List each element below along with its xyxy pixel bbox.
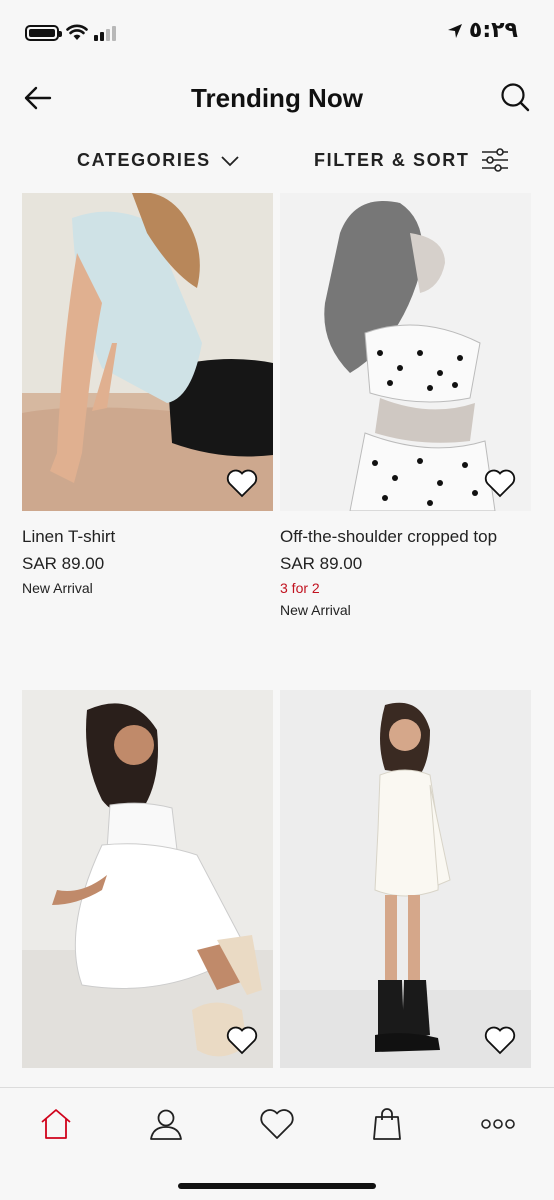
new-arrival-label: New Arrival <box>22 580 93 596</box>
battery-icon <box>25 25 62 41</box>
chevron-down-icon <box>221 155 239 166</box>
product-card[interactable] <box>22 690 273 1084</box>
product-card[interactable]: Linen T-shirt SAR 89.00 New Arrival <box>22 193 273 596</box>
tab-bag[interactable] <box>367 1106 407 1142</box>
status-time-text: ٥:٢٩ <box>468 18 518 43</box>
status-time: ٥:٢٩ <box>447 18 518 43</box>
filter-sort-label: FILTER & SORT <box>314 149 470 170</box>
product-image[interactable] <box>22 193 273 511</box>
product-price: SAR 89.00 <box>280 554 363 573</box>
filter-toolbar: CATEGORIES FILTER & SORT <box>0 140 554 184</box>
product-name: Off-the-shoulder cropped top <box>280 527 498 546</box>
home-indicator[interactable] <box>178 1183 376 1189</box>
header: Trending Now <box>0 70 554 128</box>
product-card[interactable] <box>280 690 531 1084</box>
shopping-bag-icon <box>373 1108 401 1140</box>
product-grid: Linen T-shirt SAR 89.00 New Arrival Off-… <box>0 193 554 1088</box>
status-bar: ٥:٢٩ <box>0 0 554 62</box>
location-arrow-icon <box>447 23 462 38</box>
heart-icon[interactable] <box>225 1024 259 1056</box>
product-price: SAR 89.00 <box>22 554 105 573</box>
tab-home[interactable] <box>36 1106 76 1142</box>
product-image[interactable] <box>280 690 531 1068</box>
bottom-tab-bar <box>0 1087 554 1200</box>
home-icon <box>41 1109 71 1139</box>
heart-icon[interactable] <box>225 467 259 499</box>
heart-icon <box>260 1109 294 1139</box>
product-card[interactable]: Off-the-shoulder cropped top SAR 89.00 3… <box>280 193 531 618</box>
product-image[interactable] <box>280 193 531 511</box>
new-arrival-label: New Arrival <box>280 602 351 618</box>
cellular-signal-icon <box>94 25 120 41</box>
tab-more[interactable] <box>478 1106 518 1142</box>
product-image[interactable] <box>22 690 273 1068</box>
product-name: Linen T-shirt <box>22 527 116 546</box>
filter-sort-button[interactable]: FILTER & SORT <box>314 146 509 174</box>
categories-button[interactable]: CATEGORIES <box>77 150 239 171</box>
tab-account[interactable] <box>146 1106 186 1142</box>
wifi-icon <box>66 24 88 40</box>
heart-icon[interactable] <box>483 467 517 499</box>
categories-label: CATEGORIES <box>77 150 211 170</box>
search-icon[interactable] <box>500 82 530 112</box>
more-icon <box>481 1119 515 1129</box>
page-title: Trending Now <box>191 83 363 113</box>
heart-icon[interactable] <box>483 1024 517 1056</box>
tab-favorites[interactable] <box>257 1106 297 1142</box>
user-icon <box>150 1109 182 1140</box>
promo-label: 3 for 2 <box>280 580 320 596</box>
sliders-icon <box>482 148 509 172</box>
